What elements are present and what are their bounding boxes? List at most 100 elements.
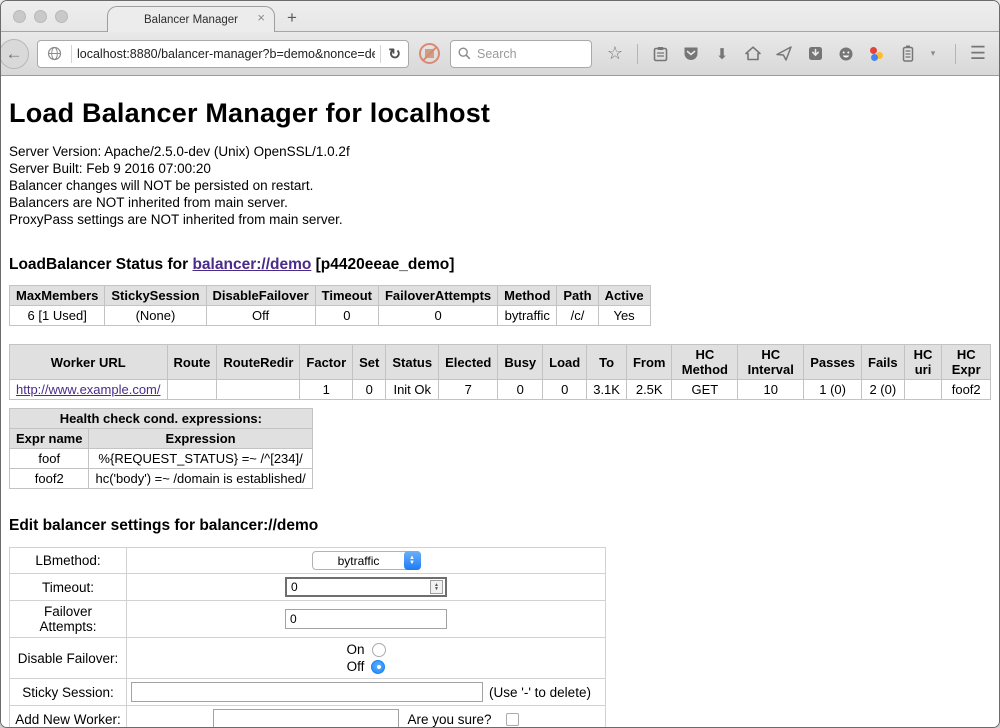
form-row-add-worker: Add New Worker: Are you sure? — [10, 706, 606, 728]
reload-icon[interactable]: ↻ — [388, 45, 401, 63]
home-icon[interactable] — [744, 45, 762, 63]
cell-load: 0 — [543, 380, 587, 400]
cell-expr-name: foof — [10, 449, 89, 469]
radio-off-row: Off — [131, 658, 601, 675]
pocket-icon[interactable] — [682, 45, 700, 63]
add-worker-input[interactable] — [213, 709, 399, 728]
zoom-window-button[interactable] — [55, 10, 68, 23]
close-window-button[interactable] — [13, 10, 26, 23]
timeout-label: Timeout: — [10, 574, 127, 601]
are-you-sure-label: Are you sure? — [407, 712, 491, 727]
col-elected: Elected — [439, 345, 498, 380]
cell-set: 0 — [353, 380, 386, 400]
radio-off[interactable] — [371, 660, 385, 674]
browser-tab[interactable]: Balancer Manager × — [107, 6, 275, 32]
back-icon: ← — [6, 44, 23, 64]
table-row: foof %{REQUEST_STATUS} =~ /^[234]/ — [10, 449, 313, 469]
divider — [380, 45, 381, 63]
info-line: Balancer changes will NOT be persisted o… — [9, 177, 991, 194]
status-heading-prefix: LoadBalancer Status for — [9, 256, 192, 273]
col-worker-url: Worker URL — [10, 345, 168, 380]
tab-close-icon[interactable]: × — [257, 11, 265, 24]
failover-attempts-input[interactable] — [285, 609, 447, 629]
navigation-toolbar: ← localhost:8880/balancer-manager?b=demo… — [1, 31, 999, 76]
form-row-lbmethod: LBmethod: bytraffic ▲▼ — [10, 548, 606, 574]
bookmarks-clipboard-icon[interactable] — [651, 45, 669, 63]
lbmethod-select[interactable]: bytraffic ▲▼ — [312, 551, 421, 570]
radio-on[interactable] — [372, 643, 386, 657]
bookmark-star-icon[interactable]: ☆ — [606, 45, 624, 63]
table-row: foof2 hc('body') =~ /domain is establish… — [10, 469, 313, 489]
worker-url-link[interactable]: http://www.example.com/ — [16, 382, 161, 397]
chevron-down-icon[interactable]: ▾ — [924, 45, 942, 63]
table-header-row: MaxMembers StickySession DisableFailover… — [10, 286, 651, 306]
window-controls — [13, 10, 68, 23]
feedback-smiley-icon[interactable] — [837, 45, 855, 63]
divider — [637, 44, 638, 64]
cell-failoverattempts: 0 — [378, 306, 497, 326]
col-hc-expr: HC Expr — [942, 345, 991, 380]
search-input[interactable] — [477, 47, 577, 61]
table-row: 6 [1 Used] (None) Off 0 0 bytraffic /c/ … — [10, 306, 651, 326]
browser-window: Balancer Manager × + ← localhost:8880/ba… — [0, 0, 1000, 728]
search-icon — [458, 47, 471, 60]
cell-from: 2.5K — [626, 380, 672, 400]
cell-hc-uri — [904, 380, 942, 400]
radio-on-row: On — [131, 641, 601, 658]
form-row-failover-attempts: Failover Attempts: — [10, 601, 606, 638]
status-heading: LoadBalancer Status for balancer://demo … — [9, 256, 991, 274]
col-from: From — [626, 345, 672, 380]
content-blocked-icon[interactable] — [419, 43, 440, 64]
sticky-session-input[interactable] — [131, 682, 483, 702]
downloads-icon[interactable]: ⬇ — [713, 45, 731, 63]
back-button[interactable]: ← — [0, 39, 29, 69]
search-bar[interactable] — [450, 40, 592, 68]
cell-disablefailover: Off — [206, 306, 315, 326]
col-status: Status — [386, 345, 439, 380]
col-path: Path — [557, 286, 598, 306]
failover-attempts-label: Failover Attempts: — [10, 601, 127, 638]
cell-elected: 7 — [439, 380, 498, 400]
col-timeout: Timeout — [315, 286, 378, 306]
url-bar[interactable]: localhost:8880/balancer-manager?b=demo&n… — [37, 40, 409, 68]
are-you-sure-checkbox[interactable] — [506, 713, 519, 726]
col-passes: Passes — [804, 345, 862, 380]
balancer-link[interactable]: balancer://demo — [192, 256, 311, 273]
titlebar: Balancer Manager × + — [1, 1, 999, 31]
cell-hc-interval: 10 — [738, 380, 804, 400]
radio-on-label: On — [346, 642, 364, 657]
cell-routeredir — [217, 380, 300, 400]
battery-extension-icon[interactable] — [899, 45, 917, 63]
extension-colordots-icon[interactable] — [868, 45, 886, 63]
cell-expr-name: foof2 — [10, 469, 89, 489]
col-factor: Factor — [300, 345, 353, 380]
col-to: To — [587, 345, 627, 380]
new-tab-button[interactable]: + — [287, 8, 297, 28]
select-stepper-icon: ▲▼ — [404, 551, 421, 570]
globe-icon — [47, 46, 62, 61]
lbmethod-label: LBmethod: — [10, 548, 127, 574]
table-title-row: Health check cond. expressions: — [10, 409, 313, 429]
col-load: Load — [543, 345, 587, 380]
url-text[interactable]: localhost:8880/balancer-manager?b=demo&n… — [77, 47, 375, 61]
minimize-window-button[interactable] — [34, 10, 47, 23]
col-method: Method — [498, 286, 557, 306]
col-fails: Fails — [862, 345, 905, 380]
number-spinner-icon[interactable]: ▲▼ — [430, 580, 443, 594]
tab-title: Balancer Manager — [144, 14, 238, 26]
info-line: ProxyPass settings are NOT inherited fro… — [9, 211, 991, 228]
cell-maxmembers: 6 [1 Used] — [10, 306, 105, 326]
col-stickysession: StickySession — [105, 286, 206, 306]
col-routeredir: RouteRedir — [217, 345, 300, 380]
download-panel-icon[interactable] — [806, 45, 824, 63]
radio-off-label: Off — [347, 659, 365, 674]
col-disablefailover: DisableFailover — [206, 286, 315, 306]
cell-status: Init Ok — [386, 380, 439, 400]
hamburger-menu-icon[interactable]: ☰ — [969, 45, 987, 63]
send-plane-icon[interactable] — [775, 45, 793, 63]
server-version-line: Server Version: Apache/2.5.0-dev (Unix) … — [9, 143, 991, 160]
info-line: Balancers are NOT inherited from main se… — [9, 194, 991, 211]
cell-expression: %{REQUEST_STATUS} =~ /^[234]/ — [89, 449, 312, 469]
col-active: Active — [598, 286, 650, 306]
timeout-input[interactable] — [285, 577, 447, 597]
